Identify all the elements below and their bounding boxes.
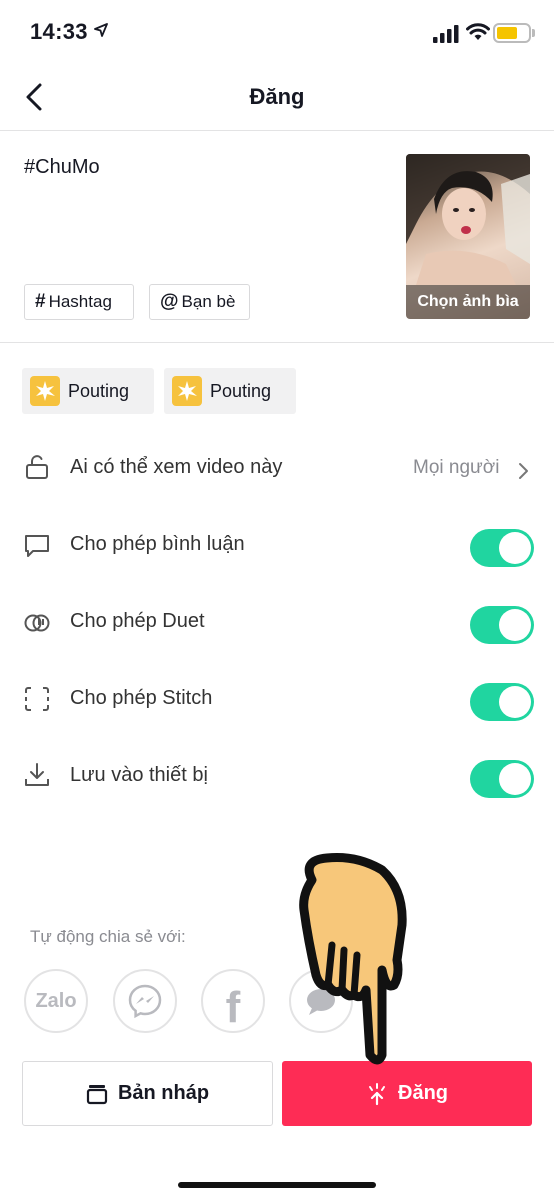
battery-icon <box>493 23 531 43</box>
cellular-signal-icon <box>433 25 459 43</box>
effect-tag[interactable]: Pouting <box>164 368 296 414</box>
hashtag-button[interactable]: # Hashtag <box>24 284 134 320</box>
chevron-right-icon[interactable] <box>516 461 530 481</box>
auto-share-label: Tự động chia sẻ với: <box>30 927 186 946</box>
comment-icon <box>25 535 49 557</box>
messenger-icon <box>128 984 162 1019</box>
location-arrow-icon <box>94 23 108 37</box>
allow-duet-label: Cho phép Duet <box>70 610 205 632</box>
post-sparkle-icon <box>369 1082 385 1105</box>
save-draft-button[interactable]: Bản nháp <box>22 1061 273 1126</box>
duet-icon <box>24 614 50 632</box>
effect-label: Pouting <box>68 380 130 401</box>
allow-duet-toggle[interactable] <box>470 606 534 644</box>
effect-icon <box>172 376 202 406</box>
home-indicator <box>178 1182 376 1188</box>
caption-divider <box>0 342 554 343</box>
allow-stitch-label: Cho phép Stitch <box>70 687 213 709</box>
caption-text[interactable]: #ChuMo <box>24 156 100 179</box>
wifi-icon <box>466 23 490 40</box>
pointing-hand-icon <box>299 853 407 1065</box>
allow-comments-label: Cho phép bình luận <box>70 533 245 555</box>
facebook-share-button[interactable]: f <box>201 969 265 1033</box>
zalo-icon: Zalo <box>35 989 77 1012</box>
lock-icon <box>26 455 48 479</box>
allow-comments-toggle[interactable] <box>470 529 534 567</box>
effect-icon <box>30 376 60 406</box>
mention-friends-button[interactable]: @ Bạn bè <box>149 284 250 320</box>
cover-thumbnail[interactable]: Chọn ảnh bìa <box>406 154 530 319</box>
privacy-setting-label[interactable]: Ai có thể xem video này <box>70 456 282 479</box>
post-label: Đăng <box>398 1082 448 1104</box>
at-icon: @ <box>160 291 179 312</box>
allow-stitch-toggle[interactable] <box>470 683 534 721</box>
status-time: 14:33 <box>30 19 88 44</box>
hash-icon: # <box>35 291 46 312</box>
battery-nub <box>532 29 535 37</box>
messenger-share-button[interactable] <box>113 969 177 1033</box>
effect-tag[interactable]: Pouting <box>22 368 154 414</box>
zalo-share-button[interactable]: Zalo <box>24 969 88 1033</box>
hashtag-label: Hashtag <box>48 292 112 311</box>
drafts-icon <box>86 1084 108 1104</box>
privacy-setting-value[interactable]: Mọi người <box>413 457 499 479</box>
facebook-icon: f <box>225 983 241 1032</box>
save-to-device-toggle[interactable] <box>470 760 534 798</box>
header-divider <box>0 130 554 131</box>
save-draft-label: Bản nháp <box>117 1082 210 1104</box>
post-button[interactable]: Đăng <box>282 1061 532 1126</box>
page-title: Đăng <box>249 84 305 109</box>
download-icon <box>25 763 49 786</box>
effect-label: Pouting <box>210 380 272 401</box>
friends-label: Bạn bè <box>181 292 236 311</box>
select-cover-label: Chọn ảnh bìa <box>406 285 530 319</box>
save-to-device-label: Lưu vào thiết bị <box>70 764 208 786</box>
stitch-icon <box>25 687 49 711</box>
